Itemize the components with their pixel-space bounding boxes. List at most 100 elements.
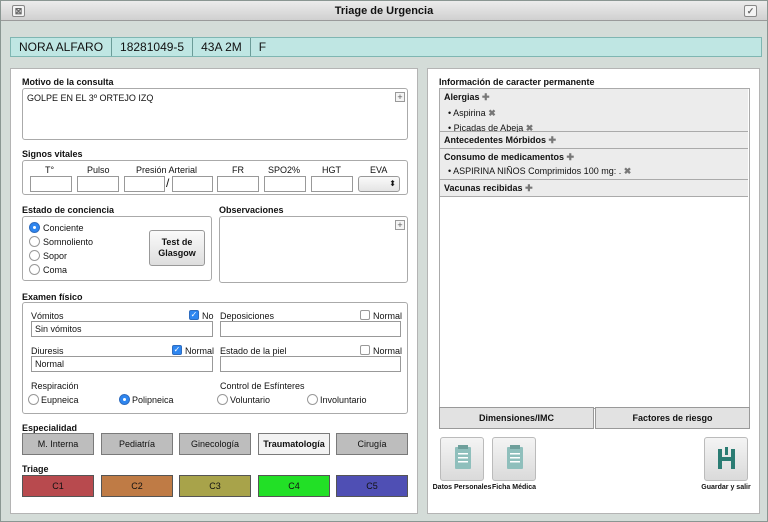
radio-eupneica[interactable] — [28, 394, 39, 405]
pulse-input[interactable] — [77, 176, 119, 192]
vomitos-input[interactable]: Sin vómitos — [31, 321, 213, 337]
diuresis-checkbox[interactable]: ✓ — [172, 345, 182, 355]
hgt-input[interactable] — [311, 176, 353, 192]
deposiciones-label: Deposiciones — [220, 311, 275, 321]
vacunas-title: Vacunas recibidas — [444, 183, 523, 193]
vomitos-check-label: No — [202, 311, 214, 321]
antecedentes-group: Antecedentes Mórbidos ✚ — [440, 132, 748, 149]
deposiciones-checkbox[interactable] — [360, 310, 370, 320]
datos-personales-button[interactable] — [440, 437, 484, 481]
piel-checkbox[interactable] — [360, 345, 370, 355]
ficha-medica-label: Ficha Médica — [492, 484, 536, 491]
remove-icon[interactable]: ✖ — [624, 166, 632, 176]
alergias-title: Alergias — [444, 92, 480, 102]
motivo-textarea[interactable]: GOLPE EN EL 3º ORTEJO IZQ + — [22, 88, 408, 140]
medicamentos-title: Consumo de medicamentos — [444, 152, 565, 162]
radio-coma[interactable] — [29, 264, 40, 275]
piel-input[interactable] — [220, 356, 401, 372]
voluntario-label: Voluntario — [230, 395, 271, 405]
polipneica-label: Polipneica — [132, 395, 174, 405]
add-vacuna-icon[interactable]: ✚ — [525, 183, 533, 193]
triage-c2[interactable]: C2 — [101, 475, 173, 497]
alergias-group: Alergias ✚ • Aspirina ✖ • Picadas de Abe… — [440, 89, 748, 133]
observaciones-title: Observaciones — [219, 205, 284, 215]
expand-plus-icon[interactable]: + — [395, 92, 405, 102]
permanente-title: Información de caracter permanente — [439, 77, 595, 87]
chevron-updown-icon: ⬍ — [389, 179, 396, 188]
pulse-label: Pulso — [87, 165, 110, 175]
radio-polipneica[interactable] — [119, 394, 130, 405]
spo2-input[interactable] — [264, 176, 306, 192]
pa-label: Presión Arterial — [136, 165, 198, 175]
left-panel: Motivo de la consulta GOLPE EN EL 3º ORT… — [10, 68, 418, 514]
sopor-label: Sopor — [43, 251, 68, 261]
glasgow-button[interactable]: Test de Glasgow — [149, 230, 205, 266]
triage-c4[interactable]: C4 — [258, 475, 330, 497]
pa-systolic-input[interactable] — [124, 176, 165, 192]
especialidad-ginecologia[interactable]: Ginecología — [179, 433, 251, 455]
add-antecedente-icon[interactable]: ✚ — [549, 135, 557, 145]
radio-voluntario[interactable] — [217, 394, 228, 405]
radio-sopor[interactable] — [29, 250, 40, 261]
triage-title: Triage — [22, 464, 49, 474]
guardar-salir-button[interactable] — [704, 437, 748, 481]
conciencia-box: Conciente Somnoliento Sopor Coma Test de… — [22, 216, 212, 281]
vacunas-group: Vacunas recibidas ✚ — [440, 180, 748, 197]
signos-title: Signos vitales — [22, 149, 83, 159]
ficha-medica-button[interactable] — [492, 437, 536, 481]
especialidad-cirugia[interactable]: Cirugía — [336, 433, 408, 455]
fr-input[interactable] — [217, 176, 259, 192]
window-title: Triage de Urgencia — [334, 5, 434, 17]
involuntario-label: Involuntario — [320, 395, 367, 405]
observaciones-textarea[interactable]: + — [219, 216, 408, 283]
triage-window: Triage de Urgencia ⊠ ✓ NORA ALFARO 18281… — [0, 0, 768, 522]
vomitos-checkbox[interactable]: ✓ — [189, 310, 199, 320]
radio-conciente[interactable] — [29, 222, 40, 233]
triage-c1[interactable]: C1 — [22, 475, 94, 497]
document-icon — [507, 445, 523, 469]
add-alergia-icon[interactable]: ✚ — [482, 92, 490, 102]
hgt-label: HGT — [322, 165, 341, 175]
pa-separator: / — [166, 176, 170, 190]
triage-c5[interactable]: C5 — [336, 475, 408, 497]
coma-label: Coma — [43, 265, 68, 275]
guardar-salir-label: Guardar y salir — [701, 484, 751, 491]
conciencia-title: Estado de conciencia — [22, 205, 115, 215]
expand-plus-icon[interactable]: + — [395, 220, 405, 230]
temp-input[interactable] — [30, 176, 72, 192]
tab-dimensiones[interactable]: Dimensiones/IMC — [439, 407, 594, 429]
esfinteres-label: Control de Esfínteres — [220, 381, 305, 391]
vomitos-label: Vómitos — [31, 311, 64, 321]
diuresis-check-label: Normal — [185, 346, 215, 356]
patient-sex: F — [258, 40, 267, 54]
respiracion-label: Respiración — [31, 381, 79, 391]
especialidad-m-interna[interactable]: M. Interna — [22, 433, 94, 455]
add-medicamento-icon[interactable]: ✚ — [567, 152, 575, 162]
examen-box: Vómitos ✓ No Sin vómitos Deposiciones No… — [22, 302, 408, 414]
examen-title: Examen físico — [22, 292, 83, 302]
medicamentos-group: Consumo de medicamentos ✚ • ASPIRINA NIÑ… — [440, 149, 748, 180]
remove-icon[interactable]: ✖ — [488, 108, 496, 118]
especialidad-title: Especialidad — [22, 423, 78, 433]
patient-bar: NORA ALFARO 18281049-5 43A 2M F — [10, 37, 762, 57]
conciente-label: Conciente — [43, 223, 84, 233]
triage-c3[interactable]: C3 — [179, 475, 251, 497]
radio-involuntario[interactable] — [307, 394, 318, 405]
pa-diastolic-input[interactable] — [172, 176, 213, 192]
deposiciones-input[interactable] — [220, 321, 401, 337]
deposiciones-check-label: Normal — [373, 311, 403, 321]
especialidad-pediatria[interactable]: Pediatría — [101, 433, 173, 455]
close-icon[interactable]: ⊠ — [12, 5, 25, 17]
medicamento-item: • ASPIRINA NIÑOS Comprimidos 100 mg: . — [448, 166, 622, 176]
especialidad-traumatologia[interactable]: Traumatología — [258, 433, 330, 455]
eva-select[interactable]: ⬍ — [358, 176, 400, 192]
title-bar: Triage de Urgencia ⊠ ✓ — [1, 1, 767, 21]
confirm-icon[interactable]: ✓ — [744, 5, 757, 17]
tab-factores[interactable]: Factores de riesgo — [595, 407, 750, 429]
diuresis-input[interactable]: Normal — [31, 356, 213, 372]
radio-somnoliento[interactable] — [29, 236, 40, 247]
fr-label: FR — [232, 165, 244, 175]
patient-rut: 18281049-5 — [112, 38, 194, 56]
piel-check-label: Normal — [373, 346, 403, 356]
hospital-exit-icon — [718, 447, 735, 469]
